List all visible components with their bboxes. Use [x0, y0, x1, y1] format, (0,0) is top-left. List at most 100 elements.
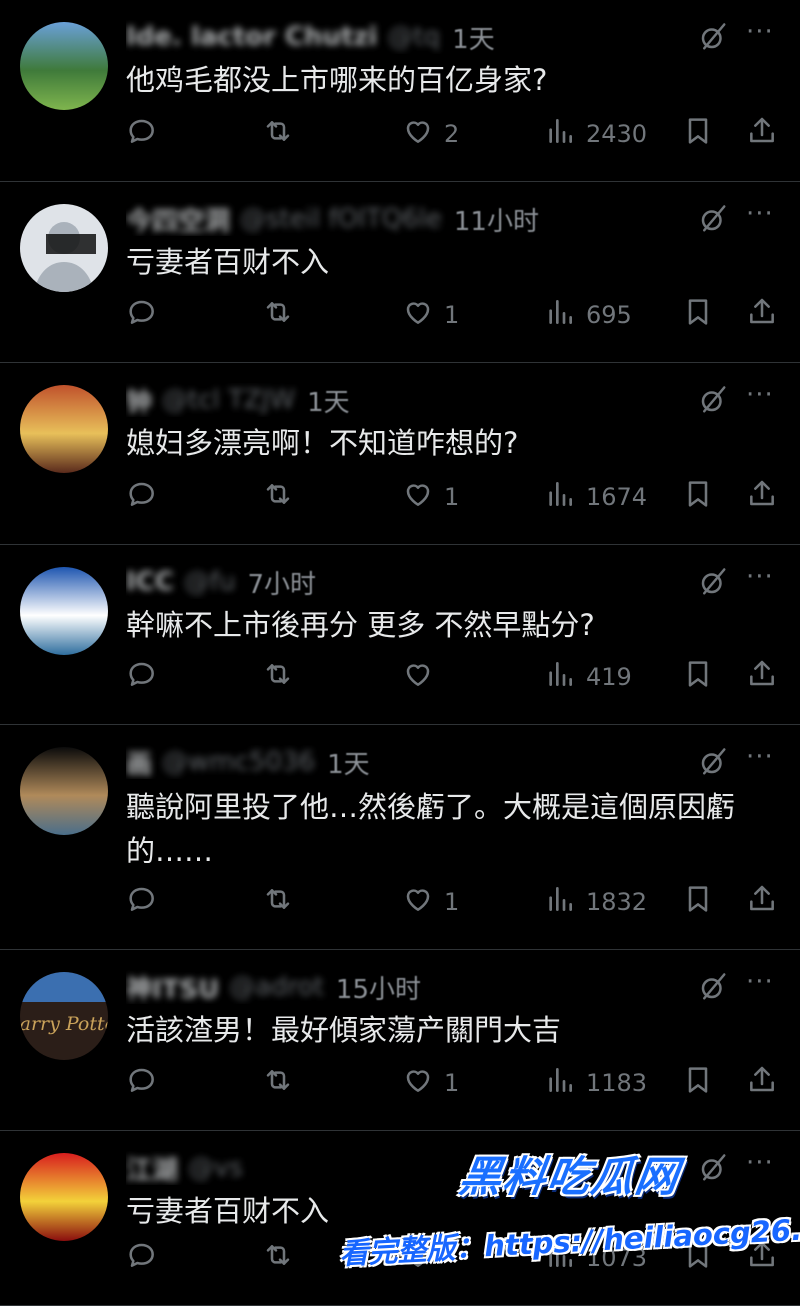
reply-post[interactable]: 今四空洞 @steil fOITQ6le 11小时 ··· 亏妻者百财不入 1 …	[0, 182, 800, 363]
reply-post[interactable]: Ide. lactor Chutzi @tq 1天 ··· 他鸡毛都没上市哪来的…	[0, 0, 800, 182]
grok-icon[interactable]	[698, 204, 728, 234]
user-handle[interactable]: @wmc5036	[162, 747, 315, 777]
retweet-icon	[262, 1064, 294, 1102]
user-handle[interactable]: @adrot	[229, 972, 324, 1002]
grok-icon[interactable]	[698, 385, 728, 415]
user-handle[interactable]: @tcl TZJW	[162, 385, 295, 415]
reply-icon	[126, 658, 158, 696]
user-handle[interactable]: @vs	[188, 1153, 243, 1183]
view-count: 1183	[586, 1069, 648, 1097]
bookmark-button[interactable]	[682, 116, 714, 152]
like-button[interactable]: 1	[402, 297, 459, 333]
bookmark-icon	[682, 658, 714, 696]
reply-button[interactable]	[126, 1240, 158, 1276]
bookmark-icon	[682, 883, 714, 921]
like-button[interactable]: 1	[402, 884, 459, 920]
views-icon	[544, 1064, 576, 1102]
more-icon[interactable]: ···	[746, 19, 778, 52]
reply-button[interactable]	[126, 116, 158, 152]
share-button[interactable]	[746, 479, 778, 515]
more-icon[interactable]: ···	[746, 744, 778, 777]
avatar[interactable]	[20, 385, 108, 473]
more-icon[interactable]: ···	[746, 969, 778, 1002]
reply-button[interactable]	[126, 884, 158, 920]
post-time[interactable]: 15小时	[336, 970, 421, 1005]
post-time[interactable]: 1天	[452, 20, 495, 55]
reply-post[interactable]: ICC @fu 7小时 ··· 幹嘛不上市後再分 更多 不然早點分? 419	[0, 545, 800, 725]
share-button[interactable]	[746, 884, 778, 920]
share-icon	[746, 296, 778, 334]
avatar[interactable]	[20, 204, 108, 292]
display-name[interactable]: 江湖	[126, 1151, 178, 1186]
bookmark-button[interactable]	[682, 479, 714, 515]
like-count: 1	[444, 301, 460, 329]
avatar[interactable]	[20, 747, 108, 835]
grok-icon[interactable]	[698, 747, 728, 777]
retweet-button[interactable]	[262, 1065, 294, 1101]
like-button[interactable]	[402, 659, 434, 695]
like-button[interactable]: 1	[402, 479, 459, 515]
display-name[interactable]: ICC	[126, 567, 174, 597]
avatar[interactable]	[20, 567, 108, 655]
like-button[interactable]: 2	[402, 116, 459, 152]
reply-icon	[126, 296, 158, 334]
retweet-button[interactable]	[262, 884, 294, 920]
views-button[interactable]: 419	[544, 659, 632, 695]
more-icon[interactable]: ···	[746, 564, 778, 597]
post-header: 画 @wmc5036 1天	[126, 745, 690, 779]
share-button[interactable]	[746, 659, 778, 695]
reply-post[interactable]: 画 @wmc5036 1天 ··· 聽說阿里投了他…然後虧了。大概是這個原因虧的…	[0, 725, 800, 950]
share-button[interactable]	[746, 1065, 778, 1101]
reply-icon	[126, 478, 158, 516]
share-button[interactable]	[746, 116, 778, 152]
display-name[interactable]: 画	[126, 745, 152, 780]
display-name[interactable]: 神ITSU	[126, 970, 219, 1005]
reply-button[interactable]	[126, 479, 158, 515]
post-time[interactable]: 7小时	[247, 565, 316, 600]
views-button[interactable]: 1183	[544, 1065, 647, 1101]
like-count: 1	[444, 1069, 460, 1097]
more-icon[interactable]: ···	[746, 201, 778, 234]
display-name[interactable]: 今四空洞	[126, 202, 230, 237]
retweet-button[interactable]	[262, 297, 294, 333]
views-button[interactable]: 1674	[544, 479, 647, 515]
post-time[interactable]: 1天	[327, 745, 370, 780]
grok-icon[interactable]	[698, 972, 728, 1002]
like-button[interactable]: 1	[402, 1065, 459, 1101]
share-button[interactable]	[746, 297, 778, 333]
bookmark-button[interactable]	[682, 884, 714, 920]
retweet-button[interactable]	[262, 1240, 294, 1276]
grok-icon[interactable]	[698, 567, 728, 597]
heart-icon	[402, 658, 434, 696]
views-button[interactable]: 1832	[544, 884, 647, 920]
action-bar: 1 695	[126, 297, 780, 333]
bookmark-button[interactable]	[682, 659, 714, 695]
avatar[interactable]	[20, 22, 108, 110]
retweet-icon	[262, 1239, 294, 1277]
retweet-button[interactable]	[262, 659, 294, 695]
post-time[interactable]: 11小时	[454, 202, 539, 237]
user-handle[interactable]: @fu	[184, 567, 236, 597]
user-handle[interactable]: @tq	[387, 22, 440, 52]
views-button[interactable]: 2430	[544, 116, 647, 152]
reply-post[interactable]: 钟 @tcl TZJW 1天 ··· 媳妇多漂亮啊！不知道咋想的? 1 1674	[0, 363, 800, 545]
retweet-button[interactable]	[262, 479, 294, 515]
reply-button[interactable]	[126, 659, 158, 695]
reply-button[interactable]	[126, 1065, 158, 1101]
grok-icon[interactable]	[698, 22, 728, 52]
avatar[interactable]: Harry Potter	[20, 972, 108, 1060]
bookmark-icon	[682, 296, 714, 334]
reply-button[interactable]	[126, 297, 158, 333]
views-button[interactable]: 695	[544, 297, 632, 333]
retweet-icon	[262, 296, 294, 334]
bookmark-button[interactable]	[682, 297, 714, 333]
retweet-button[interactable]	[262, 116, 294, 152]
display-name[interactable]: Ide. lactor Chutzi	[126, 22, 377, 52]
post-time[interactable]: 1天	[307, 383, 350, 418]
more-icon[interactable]: ···	[746, 382, 778, 415]
display-name[interactable]: 钟	[126, 383, 152, 418]
bookmark-button[interactable]	[682, 1065, 714, 1101]
avatar[interactable]	[20, 1153, 108, 1241]
reply-post[interactable]: Harry Potter 神ITSU @adrot 15小时 ··· 活該渣男！…	[0, 950, 800, 1131]
user-handle[interactable]: @steil fOITQ6le	[240, 204, 442, 234]
